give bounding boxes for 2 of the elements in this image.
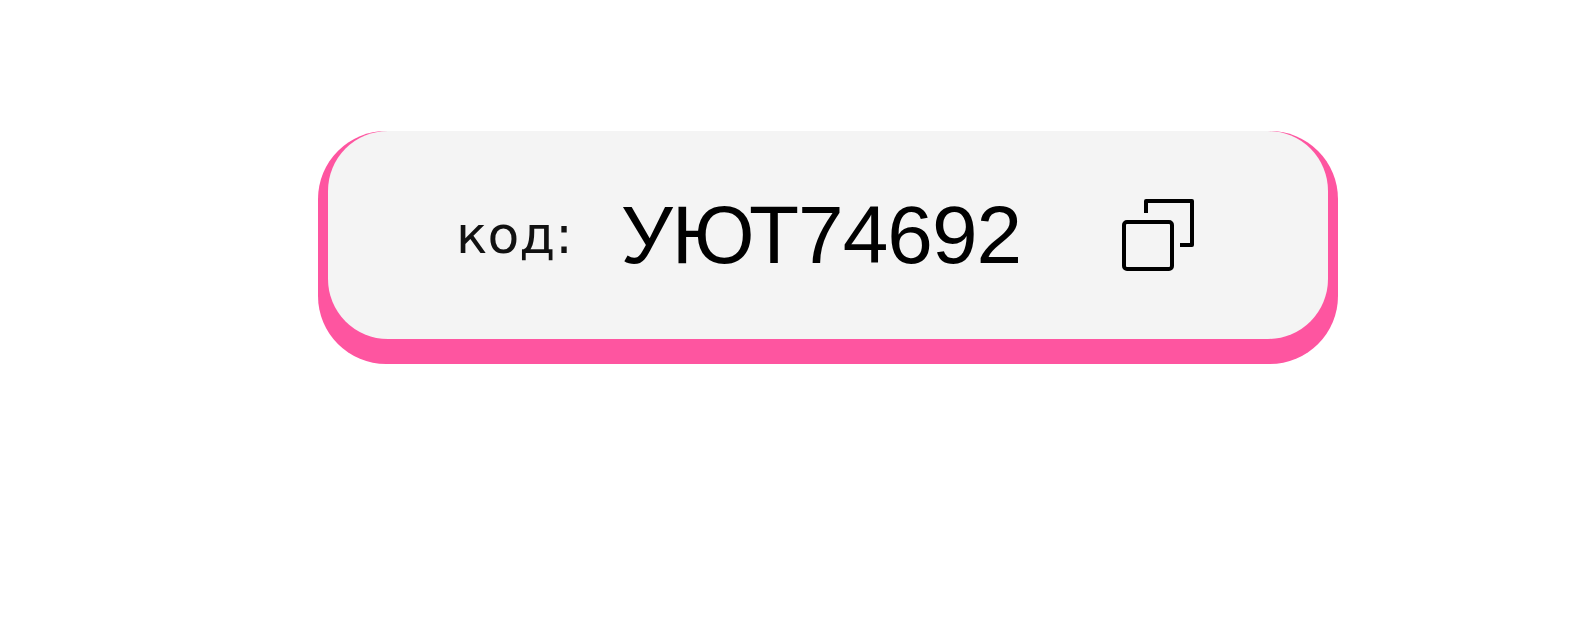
promo-code: УЮТ74692 [620,194,1022,276]
code-label: код: [456,209,573,261]
